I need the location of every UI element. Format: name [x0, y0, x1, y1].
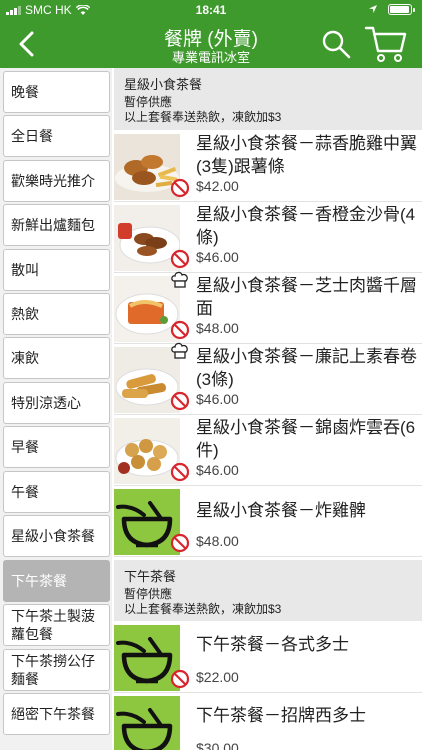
menu-item[interactable]: 星級小食茶餐－香橙金沙骨(4條) $46.00: [114, 203, 422, 273]
item-price: $46.00: [196, 462, 239, 478]
category-label: 新鮮出爐麵包: [11, 217, 95, 233]
category-label: 晚餐: [11, 84, 39, 100]
category-label: 凍飲: [11, 350, 39, 366]
menu-item[interactable]: 下午茶餐－招牌西多士 $30.00: [114, 694, 422, 750]
category-dinner[interactable]: 晚餐: [3, 71, 110, 113]
unavailable-icon: [170, 249, 190, 269]
item-name: 星級小食茶餐－芝士肉醬千層面: [196, 276, 417, 318]
category-happy-hour[interactable]: 歡樂時光推介: [3, 160, 110, 202]
bowl-placeholder-icon: [114, 696, 180, 750]
category-label: 早餐: [11, 439, 39, 455]
item-price: $46.00: [196, 249, 239, 265]
category-secret-tea[interactable]: 絕密下午茶餐: [3, 693, 110, 735]
unavailable-icon: [170, 669, 190, 689]
category-label: 全日餐: [11, 128, 53, 144]
item-price: $42.00: [196, 178, 239, 194]
category-label: 下午茶餐: [11, 573, 67, 589]
category-star-snack[interactable]: 星級小食茶餐: [3, 515, 110, 557]
unavailable-icon: [170, 462, 190, 482]
item-name: 星級小食茶餐－錦鹵炸雲吞(6件): [196, 418, 416, 460]
category-label: 熱飲: [11, 306, 39, 322]
category-label: 歡樂時光推介: [11, 173, 95, 189]
section-title: 下午茶餐: [124, 569, 177, 584]
menu-item[interactable]: 星級小食茶餐－蒜香脆雞中翼(3隻)跟薯條 $42.00: [114, 132, 422, 202]
menu-item[interactable]: 星級小食茶餐－芝士肉醬千層面 $48.00: [114, 271, 422, 344]
category-label: 星級小食茶餐: [11, 528, 95, 544]
item-name: 星級小食茶餐－廉記上素春卷(3條): [196, 347, 417, 389]
section-note: 暫停供應: [124, 587, 173, 601]
item-name: 下午茶餐－招牌西多士: [196, 706, 366, 725]
battery-icon: [388, 4, 415, 15]
item-name: 星級小食茶餐－炸雞髀: [196, 501, 366, 520]
category-tea-instant-noodle[interactable]: 下午茶撈公仔麵餐: [3, 649, 110, 691]
section-note: 暫停供應: [124, 95, 173, 109]
nav-bar: 餐牌 (外賣) 專業電訊冰室: [0, 20, 422, 68]
clock: 18:41: [195, 3, 227, 17]
unavailable-icon: [170, 533, 190, 553]
category-afternoon-tea[interactable]: 下午茶餐: [3, 560, 110, 602]
unavailable-icon: [170, 178, 190, 198]
item-name: 星級小食茶餐－蒜香脆雞中翼(3隻)跟薯條: [196, 134, 417, 176]
cart-icon[interactable]: [364, 24, 408, 64]
category-fresh-bread[interactable]: 新鮮出爐麵包: [3, 204, 110, 246]
category-hot-drinks[interactable]: 熱飲: [3, 293, 110, 335]
menu-list: 星級小食茶餐 暫停供應 以上套餐奉送熱飲，凍飲加$3 星級小食茶餐－蒜香脆雞中翼…: [114, 68, 422, 750]
menu-item[interactable]: 星級小食茶餐－錦鹵炸雲吞(6件) $46.00: [114, 416, 422, 486]
section-note: 以上套餐奉送熱飲，凍飲加$3: [124, 110, 282, 124]
unavailable-icon: [170, 391, 190, 411]
category-breakfast[interactable]: 早餐: [3, 426, 110, 468]
item-name: 星級小食茶餐－香橙金沙骨(4條): [196, 205, 416, 247]
category-label: 下午茶撈公仔麵餐: [11, 653, 95, 687]
category-tea-pineapple-bun[interactable]: 下午茶土製菠蘿包餐: [3, 604, 110, 646]
menu-item[interactable]: 星級小食茶餐－廉記上素春卷(3條) $46.00: [114, 342, 422, 415]
item-name: 下午茶餐－各式多士: [196, 635, 349, 654]
item-price: $48.00: [196, 320, 239, 336]
item-price: $22.00: [196, 669, 239, 685]
category-a-la-carte[interactable]: 散叫: [3, 249, 110, 291]
category-label: 特別涼透心: [11, 395, 81, 411]
unavailable-icon: [170, 320, 190, 340]
status-bar: SMC HK 18:41: [0, 0, 422, 20]
category-label: 散叫: [11, 262, 39, 278]
restaurant-name: 專業電訊冰室: [171, 50, 250, 65]
category-cold-drinks[interactable]: 凍飲: [3, 337, 110, 379]
location-icon: [369, 5, 377, 13]
section-note: 以上套餐奉送熱飲，凍飲加$3: [124, 602, 282, 616]
search-icon[interactable]: [320, 28, 352, 60]
category-label: 絕密下午茶餐: [11, 706, 95, 722]
category-special-cool[interactable]: 特別涼透心: [3, 382, 110, 424]
category-sidebar: 晚餐 全日餐 歡樂時光推介 新鮮出爐麵包 散叫 熱飲 凍飲 特別涼透心 早餐 午…: [0, 68, 112, 750]
category-lunch[interactable]: 午餐: [3, 471, 110, 513]
item-price: $30.00: [196, 740, 239, 750]
chef-hat-icon: [171, 271, 188, 288]
chef-hat-icon: [171, 342, 188, 359]
item-price: $48.00: [196, 533, 239, 549]
category-all-day[interactable]: 全日餐: [3, 115, 110, 157]
category-label: 下午茶土製菠蘿包餐: [11, 608, 95, 642]
section-title: 星級小食茶餐: [124, 77, 203, 92]
menu-item[interactable]: 星級小食茶餐－炸雞髀 $48.00: [114, 487, 422, 557]
section-header: 星級小食茶餐 暫停供應 以上套餐奉送熱飲，凍飲加$3: [114, 68, 422, 130]
item-price: $46.00: [196, 391, 239, 407]
category-label: 午餐: [11, 484, 39, 500]
section-header: 下午茶餐 暫停供應 以上套餐奉送熱飲，凍飲加$3: [114, 560, 422, 621]
menu-item[interactable]: 下午茶餐－各式多士 $22.00: [114, 623, 422, 693]
